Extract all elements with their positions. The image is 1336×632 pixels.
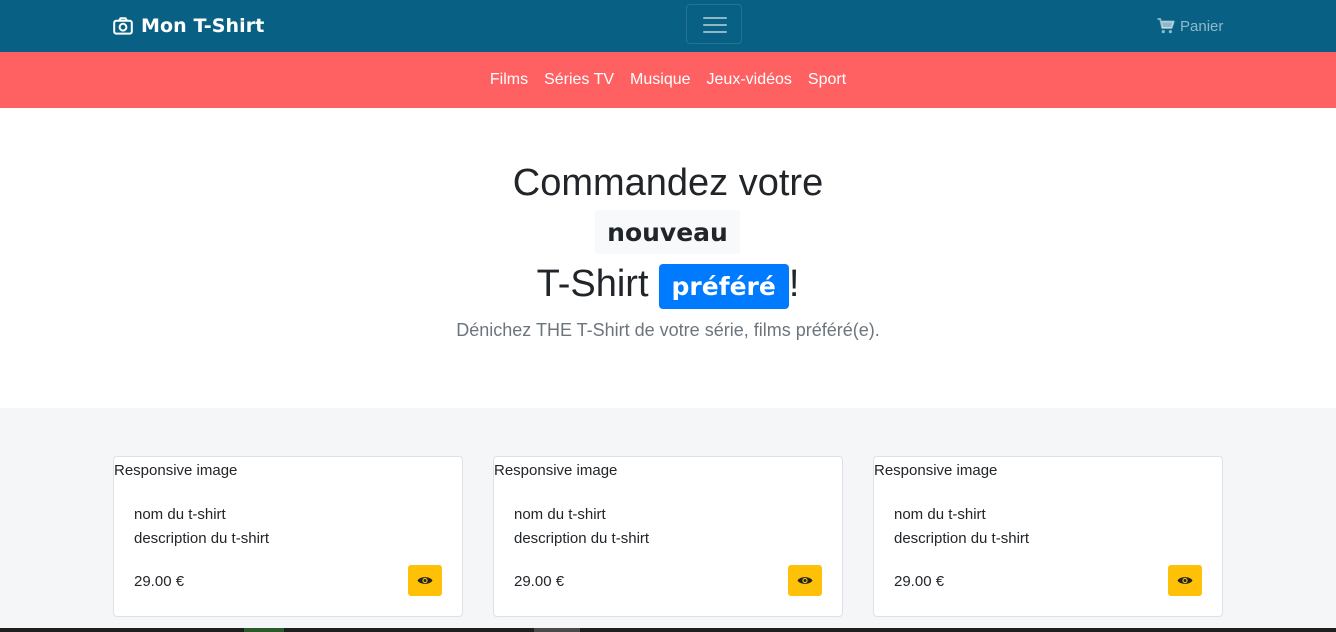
product-image: Responsive image	[874, 462, 998, 479]
product-name: nom du t-shirt	[894, 506, 986, 523]
eye-icon	[797, 577, 813, 584]
category-nav: Films Séries TV Musique Jeux-vidéos Spor…	[0, 52, 1336, 108]
eye-icon	[417, 577, 433, 584]
product-price: 29.00 €	[134, 573, 185, 590]
product-description: description du t-shirt	[894, 530, 1030, 547]
view-product-button[interactable]	[1168, 565, 1202, 596]
hero-exclamation: !	[788, 262, 800, 305]
camera-icon	[113, 17, 133, 35]
products-section: Responsive image nom du t-shirt descript…	[0, 408, 1336, 632]
cart-link[interactable]: Panier	[1157, 16, 1223, 36]
brand-name: Mon T-Shirt	[141, 15, 265, 37]
product-name: nom du t-shirt	[514, 506, 606, 523]
product-card: Responsive image nom du t-shirt descript…	[873, 456, 1223, 617]
badge-prefere: préféré	[658, 264, 789, 309]
hero-section: Commandez votre nouveau T-Shirt préféré …	[0, 108, 1336, 408]
top-navbar: Mon T-Shirt Panier	[0, 0, 1336, 52]
hero-heading-line1: Commandez votre	[512, 162, 824, 204]
product-image: Responsive image	[494, 462, 618, 479]
category-link-musique[interactable]: Musique	[622, 71, 698, 89]
brand-link[interactable]: Mon T-Shirt	[113, 13, 264, 39]
category-link-films[interactable]: Films	[482, 71, 536, 89]
taskbar-edge	[0, 628, 1336, 632]
hero-tshirt-text: T-Shirt	[536, 262, 649, 305]
shopping-cart-icon	[1157, 18, 1175, 34]
navbar-toggler-button[interactable]	[686, 4, 742, 44]
badge-nouveau: nouveau	[595, 210, 740, 254]
product-price: 29.00 €	[894, 573, 945, 590]
view-product-button[interactable]	[788, 565, 822, 596]
hero-heading-line3: T-Shirt préféré !	[0, 258, 1336, 309]
hero-lead: Dénichez THE T-Shirt de votre série, fil…	[456, 320, 880, 340]
product-description: description du t-shirt	[134, 530, 270, 547]
product-card: Responsive image nom du t-shirt descript…	[113, 456, 463, 617]
category-link-sport[interactable]: Sport	[800, 71, 854, 89]
product-description: description du t-shirt	[514, 530, 650, 547]
view-product-button[interactable]	[408, 565, 442, 596]
product-price: 29.00 €	[514, 573, 565, 590]
eye-icon	[1177, 577, 1193, 584]
product-image: Responsive image	[114, 462, 238, 479]
product-name: nom du t-shirt	[134, 506, 226, 523]
product-card: Responsive image nom du t-shirt descript…	[493, 456, 843, 617]
category-link-series-tv[interactable]: Séries TV	[536, 71, 622, 89]
category-link-jeux-videos[interactable]: Jeux-vidéos	[699, 71, 800, 89]
cart-label: Panier	[1180, 17, 1224, 35]
